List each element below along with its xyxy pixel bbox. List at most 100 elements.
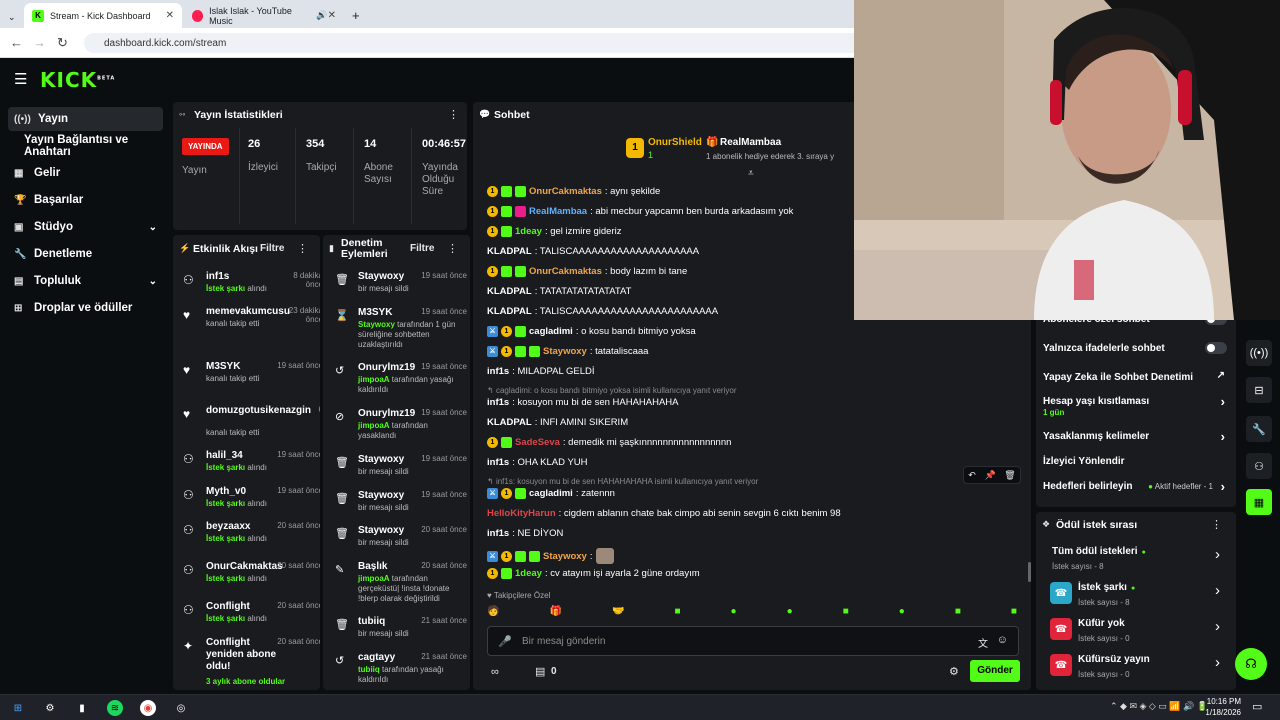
- chat-input[interactable]: 🎤 Bir mesaj gönderin 文 ☺: [487, 626, 1019, 656]
- emote-icon[interactable]: ●: [899, 606, 905, 620]
- spotify-icon[interactable]: ≋: [107, 700, 123, 716]
- chat-message[interactable]: KLADPAL: INFI AMINI SIKERIM: [487, 417, 628, 428]
- emote-icon[interactable]: ■: [955, 606, 961, 620]
- chat-username[interactable]: Staywoxy: [543, 551, 587, 562]
- hamburger-menu-icon[interactable]: ☰: [14, 70, 27, 88]
- pin-icon[interactable]: 📌: [984, 470, 995, 481]
- emote-icon[interactable]: 🤝: [612, 606, 624, 620]
- reward-row[interactable]: ☎ İstek şarkı ● İstek sayısı - 8 ›: [1050, 582, 1222, 612]
- emote-icon[interactable]: ■: [1011, 606, 1017, 620]
- chat-message[interactable]: ⚔ 1 Staywoxy:: [487, 548, 615, 564]
- chat-username[interactable]: inf1s: [487, 366, 509, 377]
- activity-row[interactable]: ♥ memevakumcusu23 dakika önce kanalı takip…: [181, 306, 320, 336]
- moderation-row[interactable]: 🗑 tubiiq 21 saat önce bir mesajı sildi: [331, 616, 467, 650]
- collapse-pinned-icon[interactable]: ⩡: [748, 168, 754, 179]
- emote-icon[interactable]: ●: [731, 606, 737, 620]
- store-icon[interactable]: ▤: [535, 665, 545, 678]
- support-headset-icon[interactable]: ☊: [1235, 648, 1267, 680]
- new-tab-button[interactable]: +: [344, 3, 364, 28]
- sidebar-item-denetleme[interactable]: 🔧 Denetleme: [8, 242, 163, 266]
- chat-username[interactable]: cagladimi: [529, 326, 573, 337]
- microphone-icon[interactable]: 🎤: [498, 635, 512, 648]
- chrome-icon[interactable]: ◉: [140, 700, 156, 716]
- activity-row[interactable]: ♥ M3SYK 19 saat önce kanalı takip etti: [181, 361, 320, 391]
- emote-icon[interactable]: ■: [674, 606, 680, 620]
- windows-start-icon[interactable]: ⊞: [10, 700, 26, 716]
- sidebar-item-stream-key[interactable]: Yayın Bağlantısı ve Anahtarı: [18, 134, 173, 158]
- activity-row[interactable]: ⚇ halil_34 19 saat önce İstek şarkı alındı: [181, 450, 320, 480]
- trash-icon[interactable]: 🗑: [1004, 470, 1015, 481]
- kick-logo[interactable]: KICKBETA: [40, 68, 115, 92]
- more-options-icon[interactable]: ⋮: [447, 242, 458, 255]
- moderation-row[interactable]: ⊘ Onurylmz19 19 saat önce jimpoaA tarafında…: [331, 408, 467, 442]
- chat-username[interactable]: KLADPAL: [487, 246, 532, 257]
- moderation-row[interactable]: ↺ Onurylmz19 19 saat önce jimpoaA tarafında…: [331, 362, 467, 396]
- clapper-icon[interactable]: ▦: [1246, 489, 1272, 515]
- sidebar-item-gelir[interactable]: ▦ Gelir: [8, 161, 163, 185]
- activity-row[interactable]: ⚇ OnurCakmaktas 20 saat önce İstek şarkı al…: [181, 561, 320, 591]
- emoji-icon[interactable]: ☺: [997, 634, 1008, 646]
- more-options-icon[interactable]: ⋮: [1211, 518, 1222, 531]
- setting-row[interactable]: Hedefleri belirleyin › ● Aktif hedefler - …: [1043, 479, 1227, 499]
- chat-username[interactable]: 1deay: [515, 226, 542, 237]
- chat-message[interactable]: 1 1deay: gel izmire gideriz: [487, 226, 622, 237]
- toggle-switch[interactable]: [1205, 342, 1227, 354]
- moderation-row[interactable]: 🗑 Staywoxy 19 saat önce bir mesajı sildi: [331, 271, 467, 305]
- settings-gear-icon[interactable]: ⚙: [949, 665, 959, 678]
- chat-message[interactable]: ⚔ 1 cagladimi: zatennn: [487, 488, 615, 499]
- chat-username[interactable]: Staywoxy: [543, 346, 587, 357]
- chat-username[interactable]: 1deay: [515, 568, 542, 579]
- sidebar-item-yayin[interactable]: ((•)) Yayın: [8, 107, 163, 131]
- system-tray-icons[interactable]: ⌃ ◆ ✉ ◈ ◇ ▭ 📶 🔊 🔋: [1110, 701, 1208, 712]
- close-tab-icon[interactable]: ✕: [166, 10, 174, 21]
- reload-icon[interactable]: ↻: [57, 35, 68, 51]
- chat-message[interactable]: HelloKityHarun: cigdem ablanın chate bak…: [487, 508, 841, 519]
- activity-row[interactable]: ⚇ Myth_v0 19 saat önce İstek şarkı alındı: [181, 486, 320, 516]
- users-icon[interactable]: ⚇: [1246, 453, 1272, 479]
- send-button[interactable]: Gönder: [970, 660, 1020, 682]
- setting-row[interactable]: Yalnızca ifadelerle sohbet: [1043, 342, 1227, 361]
- app-icon[interactable]: ⚙: [42, 700, 58, 716]
- sidebar-item-studyo[interactable]: ▣ Stüdyo ⌄: [8, 215, 163, 239]
- moderation-row[interactable]: ✎ Başlık 20 saat önce jimpoaA tarafından ge…: [331, 561, 467, 603]
- emote-icon[interactable]: ■: [843, 606, 849, 620]
- more-options-icon[interactable]: ⋮: [297, 242, 308, 255]
- emote-icon[interactable]: 🧑: [487, 606, 499, 620]
- tab-youtube-music[interactable]: Islak Islak - YouTube Music 🔊 ✕: [184, 3, 344, 28]
- chat-username[interactable]: KLADPAL: [487, 306, 532, 317]
- chat-username[interactable]: cagladimi: [529, 488, 573, 499]
- obs-icon[interactable]: ◎: [173, 700, 189, 716]
- activity-row[interactable]: ♥ domuzgotusikenazgin 6 kanalı takip etti: [181, 405, 320, 437]
- wrench-icon[interactable]: 🔧: [1246, 416, 1272, 442]
- chat-message[interactable]: inf1s: OHA KLAD YUH: [487, 457, 588, 468]
- chat-username[interactable]: KLADPAL: [487, 417, 532, 428]
- app-icon[interactable]: ▮: [74, 700, 90, 716]
- activity-filter-button[interactable]: Filtre: [260, 243, 284, 254]
- tab-list-button[interactable]: ⌄: [0, 5, 24, 30]
- tab-kick-dashboard[interactable]: K Stream - Kick Dashboard ✕: [24, 3, 182, 28]
- chat-username[interactable]: inf1s: [487, 528, 509, 539]
- chat-message[interactable]: KLADPAL: TALISCAAAAAAAAAAAAAAAAAAAA: [487, 246, 699, 257]
- chat-username[interactable]: KLADPAL: [487, 286, 532, 297]
- chat-message[interactable]: inf1s: MILADPAL GELDİ: [487, 366, 595, 377]
- chat-username[interactable]: OnurCakmaktas: [529, 186, 602, 197]
- setting-row[interactable]: İzleyici Yönlendir: [1043, 456, 1227, 474]
- setting-row[interactable]: Yapay Zeka ile Sohbet Denetimi ↗: [1043, 370, 1227, 390]
- moderation-row[interactable]: ⌛ M3SYK 19 saat önce Staywoxy tarafından 1 …: [331, 307, 467, 349]
- chat-message[interactable]: ⚔ 1 Staywoxy: tatataliscaaa: [487, 346, 648, 357]
- chat-message[interactable]: inf1s: NE DİYON: [487, 528, 563, 539]
- chat-username[interactable]: SadeSeva: [515, 437, 560, 448]
- reply-icon[interactable]: ↶: [968, 470, 976, 481]
- activity-row[interactable]: ✦ Conflight yeniden abone oldu! 20 saat ön…: [181, 637, 320, 686]
- activity-row[interactable]: ⚇ inf1s 8 dakika önce İstek şarkı alındı: [181, 271, 320, 301]
- chat-username[interactable]: HelloKityHarun: [487, 508, 556, 519]
- chat-username[interactable]: inf1s: [487, 397, 509, 408]
- forward-arrow-icon[interactable]: →: [33, 35, 46, 50]
- chat-message[interactable]: 1 SadeSeva: demedik mi şaşkınnnnnnnnnnnnn…: [487, 437, 731, 448]
- chat-message[interactable]: KLADPAL: TALISCAAAAAAAAAAAAAAAAAAAAAAA: [487, 306, 718, 317]
- chat-message[interactable]: inf1s: kosuyon mu bi de sen HAHAHAHAHA: [487, 397, 679, 408]
- setting-row[interactable]: Hesap yaşı kısıtlaması 1 gün ›: [1043, 394, 1227, 417]
- layout-icon[interactable]: ⊟: [1246, 377, 1272, 403]
- chat-message[interactable]: KLADPAL: TATATATATATATATAT: [487, 286, 631, 297]
- moderation-filter-button[interactable]: Filtre: [410, 243, 434, 254]
